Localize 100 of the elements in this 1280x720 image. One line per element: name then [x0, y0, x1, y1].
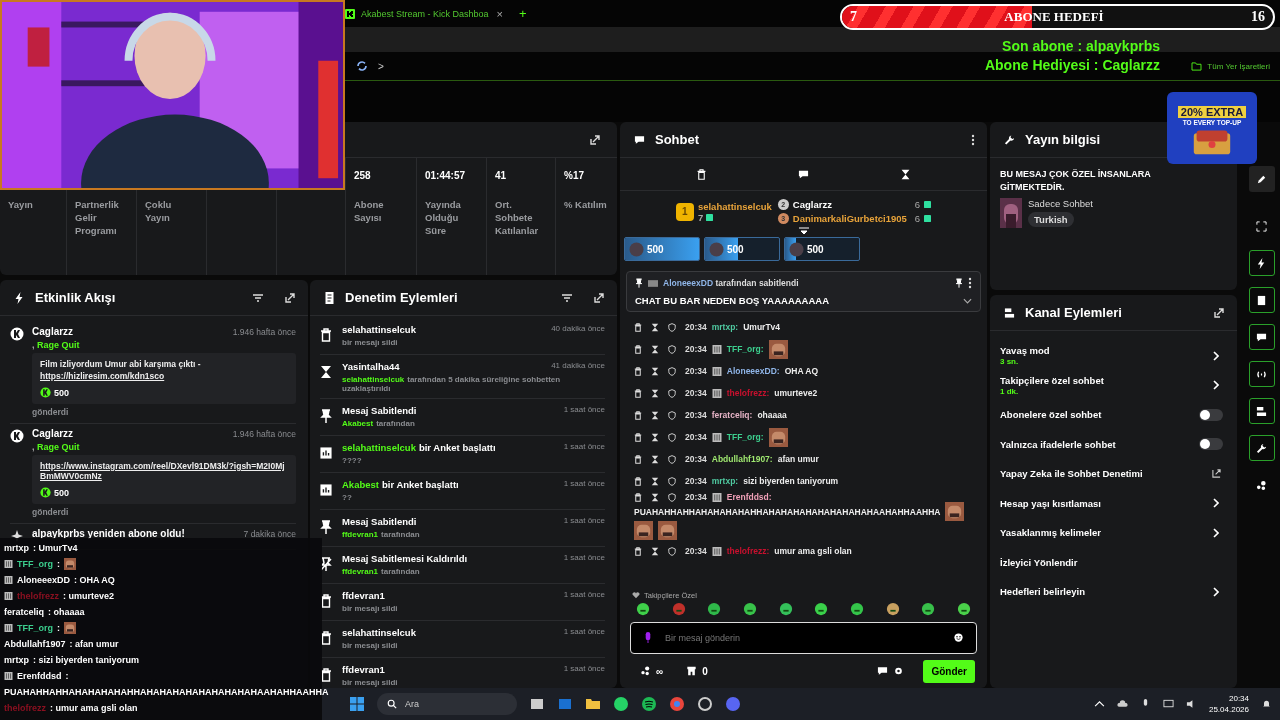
close-tab-button[interactable]: × [496, 7, 503, 20]
browser-tab[interactable]: Akabest Stream - Kick Dashboa [345, 8, 489, 19]
sidebar-button[interactable] [1248, 398, 1275, 424]
emote-icon[interactable] [707, 602, 722, 616]
chat-bubble-icon[interactable] [798, 168, 809, 180]
language-tag[interactable]: Turkish [1028, 212, 1074, 227]
hourglass-icon[interactable] [651, 322, 659, 332]
trash-icon[interactable] [634, 344, 642, 354]
popout-icon[interactable] [589, 133, 601, 146]
trash-icon[interactable] [634, 366, 642, 376]
shield-icon[interactable] [668, 454, 676, 464]
shield-icon[interactable] [668, 322, 676, 332]
more-icon[interactable] [971, 133, 975, 146]
toggle-switch[interactable] [1199, 408, 1223, 421]
sidebar-button[interactable] [1248, 287, 1275, 313]
monitor-icon[interactable] [1162, 699, 1174, 709]
popout-icon[interactable] [593, 291, 605, 304]
setting-label[interactable]: Hedefleri belirleyin [1000, 586, 1085, 598]
hourglass-icon[interactable] [651, 388, 659, 398]
setting-label[interactable]: Yavaş mod [1000, 345, 1050, 357]
hourglass-icon[interactable] [651, 410, 659, 420]
chat-app-icon[interactable] [725, 696, 741, 712]
tip-link[interactable]: https://www.instagram.com/reel/DXevl91DM3k/?igsh=M2I0MjBmMWV0cmNz [40, 461, 288, 481]
shield-icon[interactable] [668, 410, 676, 420]
collapse-icon[interactable] [797, 227, 810, 235]
filter-icon[interactable] [252, 291, 264, 304]
clock-time[interactable]: 20:34 [1229, 693, 1249, 704]
start-icon[interactable] [349, 696, 365, 712]
trash-icon[interactable] [634, 476, 642, 486]
chevron-right-icon[interactable] [1213, 380, 1219, 391]
trash-icon[interactable] [634, 546, 642, 556]
window-icon[interactable] [529, 696, 545, 712]
emote-icon[interactable] [885, 602, 900, 616]
emote-icon[interactable] [814, 602, 829, 616]
emote-icon[interactable] [636, 602, 650, 616]
sidebar-button[interactable] [1248, 166, 1275, 192]
chevron-right-icon[interactable] [1213, 586, 1219, 597]
setting-label[interactable]: Yasaklanmış kelimeler [1000, 527, 1101, 539]
gift-goal[interactable]: 500 [624, 237, 700, 261]
clock-date[interactable]: 25.04.2026 [1208, 704, 1249, 715]
sidebar-button[interactable] [1248, 324, 1275, 350]
new-tab-button[interactable]: + [519, 6, 527, 21]
browser-icon[interactable] [669, 696, 685, 712]
chevron-right-icon[interactable] [1213, 498, 1219, 509]
hourglass-icon[interactable] [651, 454, 659, 464]
emoji-icon[interactable] [954, 633, 963, 642]
shield-icon[interactable] [668, 432, 676, 442]
sidebar-button[interactable] [1248, 361, 1275, 387]
settings-icon[interactable] [893, 666, 905, 676]
hourglass-icon[interactable] [900, 168, 912, 180]
shield-icon[interactable] [668, 366, 676, 376]
emote-icon[interactable] [849, 602, 864, 616]
more-icon[interactable] [968, 277, 972, 289]
shield-icon[interactable] [668, 546, 676, 556]
pin-icon[interactable] [955, 278, 963, 288]
sync-icon[interactable] [356, 60, 368, 72]
emote-icon[interactable] [778, 602, 793, 616]
trash-icon[interactable] [634, 454, 642, 464]
setting-label[interactable]: Yalnızca ifadelerle sohbet [1000, 438, 1116, 450]
trash-icon[interactable] [634, 432, 642, 442]
popout-icon[interactable] [284, 291, 296, 304]
trash-icon[interactable] [634, 492, 642, 502]
setting-label[interactable]: Hesap yaşı kısıtlaması [1000, 497, 1101, 509]
message-input[interactable]: Bir mesaj gönderin [630, 622, 977, 654]
cloud-icon[interactable] [1116, 699, 1128, 709]
sidebar-button[interactable] [1248, 435, 1275, 461]
music-icon[interactable] [641, 696, 657, 712]
send-button[interactable]: Gönder [923, 659, 975, 683]
mail-icon[interactable] [557, 696, 573, 712]
gift-goal[interactable]: 500 [784, 237, 860, 261]
shield-icon[interactable] [668, 388, 676, 398]
trash-icon[interactable] [634, 410, 642, 420]
gear-icon[interactable] [697, 696, 713, 712]
phone-icon[interactable] [613, 696, 629, 712]
popout-icon[interactable] [1213, 306, 1225, 319]
trash-icon[interactable] [634, 388, 642, 398]
emote-icon[interactable] [742, 602, 757, 616]
setting-label[interactable]: Takipçilere özel sohbet [1000, 374, 1104, 386]
hourglass-icon[interactable] [651, 344, 659, 354]
store-icon[interactable] [686, 666, 698, 676]
emote-icon[interactable] [956, 602, 971, 616]
shield-icon[interactable] [668, 344, 676, 354]
folder-icon[interactable] [585, 696, 601, 712]
hourglass-icon[interactable] [651, 432, 659, 442]
setting-label[interactable]: İzleyici Yönlendir [1000, 556, 1078, 568]
trash-icon[interactable] [634, 322, 642, 332]
tip-link[interactable]: https://hizliresim.com/kdn1sco [40, 371, 288, 381]
chevron-right-icon[interactable] [1213, 527, 1219, 538]
chat-bubble-icon[interactable] [877, 666, 889, 676]
sidebar-button[interactable] [1248, 250, 1275, 276]
bookmarks-button[interactable]: Tüm Yer İşaretleri [1191, 61, 1270, 71]
filter-icon[interactable] [561, 291, 573, 304]
chevron-down-icon[interactable] [963, 297, 972, 304]
expand-arrow[interactable]: > [378, 60, 384, 72]
bell-icon[interactable] [1261, 699, 1272, 709]
points-icon[interactable] [640, 666, 651, 676]
emote-icon[interactable] [921, 602, 936, 616]
setting-label[interactable]: Yapay Zeka ile Sohbet Denetimi [1000, 468, 1143, 480]
category-name[interactable]: Sadece Sohbet [1028, 198, 1093, 209]
chevron-up-icon[interactable] [1093, 699, 1105, 709]
